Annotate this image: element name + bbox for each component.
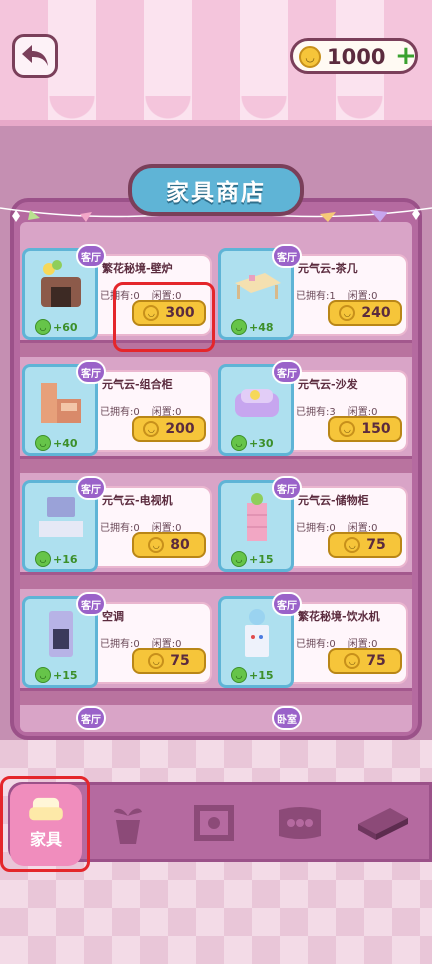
tab-rugs[interactable] xyxy=(270,796,330,850)
back-arrow-icon xyxy=(22,45,48,66)
air-conditioner-icon xyxy=(49,611,73,657)
item-name: 元气云-组合柜 xyxy=(102,378,173,391)
tv-icon xyxy=(39,497,83,537)
comfort-score: ◡ +30 xyxy=(231,435,274,451)
smiley-icon: ◡ xyxy=(231,551,247,567)
buy-button[interactable]: ◡ 80 xyxy=(132,532,206,558)
smiley-icon: ◡ xyxy=(35,667,51,683)
smiley-coin-icon: ◡ xyxy=(339,305,356,321)
room-badge: 客厅 xyxy=(76,706,106,730)
buy-button[interactable]: ◡ 75 xyxy=(132,648,206,674)
tab-plants[interactable] xyxy=(98,796,158,850)
item-card[interactable]: ◡ +15 客厅 繁花秘境-饮水机 已拥有:0 闲置:0 ◡ 75 xyxy=(218,592,408,692)
coin-balance: ◡ 1000 + xyxy=(290,38,418,74)
smiley-icon: ◡ xyxy=(231,435,247,451)
item-card[interactable]: ◡ +15 客厅 元气云-储物柜 已拥有:0 闲置:0 ◡ 75 xyxy=(218,476,408,576)
smiley-coin-icon: ◡ xyxy=(148,537,165,553)
smiley-icon: ◡ xyxy=(231,667,247,683)
plant-pot-icon xyxy=(114,808,142,844)
smiley-coin-icon: ◡ xyxy=(344,653,361,669)
water-dispenser-icon xyxy=(245,609,269,657)
item-name: 空调 xyxy=(102,610,124,623)
buy-button[interactable]: ◡ 75 xyxy=(328,532,402,558)
framed-picture-icon xyxy=(194,805,234,841)
buy-button[interactable]: ◡ 240 xyxy=(328,300,402,326)
item-card[interactable]: ◡ +48 客厅 元气云-茶几 已拥有:1 闲置:0 ◡ 240 xyxy=(218,244,408,344)
item-name: 元气云-储物柜 xyxy=(298,494,369,507)
smiley-coin-icon: ◡ xyxy=(299,46,321,68)
coffee-table-icon xyxy=(235,273,281,299)
item-card[interactable]: ◡ +15 客厅 空调 已拥有:0 闲置:0 ◡ 75 xyxy=(22,592,212,692)
smiley-coin-icon: ◡ xyxy=(339,421,356,437)
tab-wall-decor[interactable] xyxy=(184,796,244,850)
buy-button[interactable]: ◡ 75 xyxy=(328,648,402,674)
item-name: 元气云-茶几 xyxy=(298,262,358,275)
add-coins-button[interactable]: + xyxy=(395,43,417,69)
shop-title: 家具商店 xyxy=(166,180,266,206)
comfort-score: ◡ +16 xyxy=(35,551,78,567)
highlight-price-box xyxy=(113,282,215,352)
item-card[interactable]: ◡ +30 客厅 元气云-沙发 已拥有:3 闲置:0 ◡ 150 xyxy=(218,360,408,460)
smiley-icon: ◡ xyxy=(35,319,51,335)
smiley-coin-icon: ◡ xyxy=(344,537,361,553)
back-button[interactable] xyxy=(12,34,58,78)
smiley-icon: ◡ xyxy=(35,551,51,567)
storage-shelf-icon xyxy=(247,493,267,541)
item-name: 元气云-电视机 xyxy=(102,494,173,507)
item-name: 繁花秘境-饮水机 xyxy=(298,610,380,623)
sofa-icon xyxy=(235,389,279,417)
comfort-score: ◡ +15 xyxy=(231,667,274,683)
floor-tile-icon xyxy=(358,808,408,840)
fireplace-icon xyxy=(41,260,81,307)
comfort-score: ◡ +15 xyxy=(231,551,274,567)
item-card[interactable]: ◡ +16 客厅 元气云-电视机 已拥有:0 闲置:0 ◡ 80 xyxy=(22,476,212,576)
coin-value: 1000 xyxy=(327,45,386,69)
tab-flooring[interactable] xyxy=(352,796,412,850)
room-badge: 卧室 xyxy=(272,706,302,730)
shop-title-banner: 家具商店 xyxy=(128,164,304,216)
comfort-score: ◡ +40 xyxy=(35,435,78,451)
comfort-score: ◡ +15 xyxy=(35,667,78,683)
comfort-score: ◡ +48 xyxy=(231,319,274,335)
smiley-coin-icon: ◡ xyxy=(148,653,165,669)
smiley-icon: ◡ xyxy=(35,435,51,451)
comfort-score: ◡ +60 xyxy=(35,319,78,335)
cabinet-icon xyxy=(41,383,81,423)
item-name: 元气云-沙发 xyxy=(298,378,358,391)
awning-scallop xyxy=(0,96,432,126)
buy-button[interactable]: ◡ 200 xyxy=(132,416,206,442)
item-name: 繁花秘境-壁炉 xyxy=(102,262,173,275)
highlight-furniture-tab xyxy=(0,776,90,872)
smiley-coin-icon: ◡ xyxy=(143,421,160,437)
rug-icon xyxy=(279,807,321,839)
buy-button[interactable]: ◡ 150 xyxy=(328,416,402,442)
smiley-icon: ◡ xyxy=(231,319,247,335)
item-card[interactable]: ◡ +40 客厅 元气云-组合柜 已拥有:0 闲置:0 ◡ 200 xyxy=(22,360,212,460)
